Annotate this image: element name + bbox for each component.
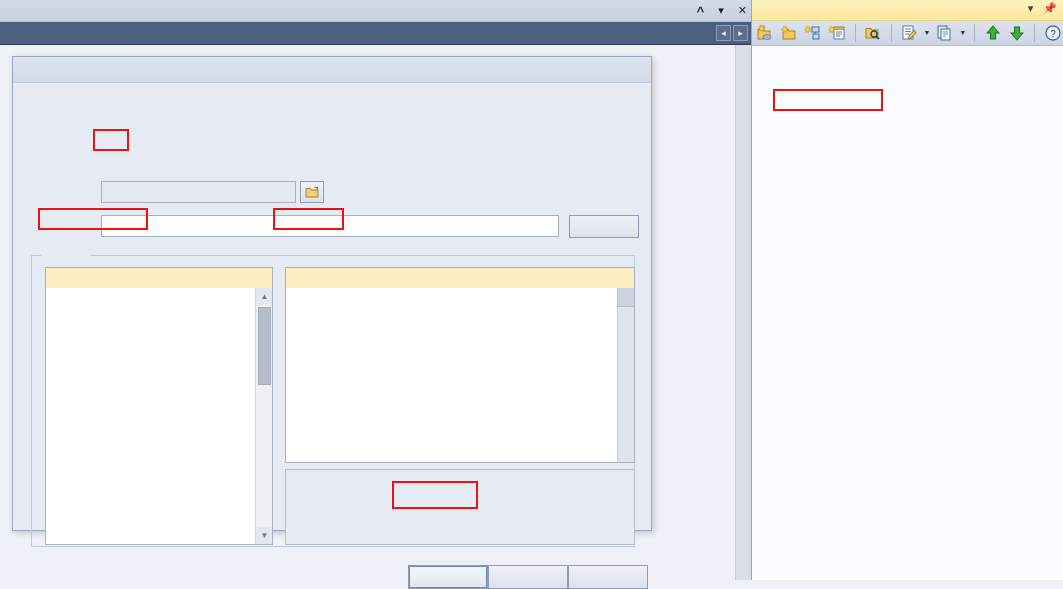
dialog-body: ▲ ▼ (13, 83, 651, 589)
tab-scroll-left-icon[interactable]: ◂ (716, 25, 731, 41)
package-field[interactable] (101, 181, 296, 203)
category-source-list-scrollbar[interactable]: ▲ ▼ (255, 288, 272, 544)
move-up-icon[interactable] (982, 23, 1003, 44)
help-button[interactable] (568, 565, 648, 589)
cancel-button[interactable] (488, 565, 568, 589)
package-browse-button[interactable] (300, 181, 324, 203)
category-source-list-header (46, 268, 272, 288)
dropdown-icon[interactable]: ▾ (1028, 2, 1034, 15)
edit-dropdown-caret-icon[interactable]: ▼ (922, 30, 931, 37)
copy-icon[interactable] (934, 23, 955, 44)
app-titlebar: ^ ▾ ✕ (0, 0, 751, 22)
scroll-down-icon[interactable]: ▼ (256, 527, 272, 544)
diagram-type-list-header (286, 268, 634, 288)
toolbar-separator (974, 24, 976, 42)
toolbar-separator (854, 24, 856, 42)
find-in-project-icon[interactable] (863, 23, 884, 44)
tab-strip-bar: ◂ ▸ (0, 22, 751, 45)
diagram-type-list-scrollbar[interactable] (617, 288, 634, 462)
new-diagram-dialog: ▲ ▼ (12, 56, 652, 589)
move-down-icon[interactable] (1006, 23, 1027, 44)
copy-dropdown-caret-icon[interactable]: ▼ (958, 30, 967, 37)
scrollbar-thumb[interactable] (258, 307, 271, 385)
project-tree[interactable] (752, 47, 1063, 580)
diagram-name-input[interactable] (101, 215, 559, 237)
canvas-vertical-scrollbar[interactable] (735, 45, 751, 580)
tab-nav-buttons: ◂ ▸ (716, 25, 748, 41)
open-folder-icon (305, 186, 318, 197)
chevron-up-icon[interactable]: ^ (697, 5, 705, 18)
diagram-type-list[interactable] (285, 267, 635, 463)
project-browser-toolbar: ▼ ▼ ? (752, 21, 1063, 46)
diagram-type-list-items[interactable] (286, 288, 634, 462)
window-buttons: ^ ▾ ✕ (697, 0, 747, 22)
toolbar-separator (1034, 24, 1036, 42)
new-element-icon[interactable] (803, 23, 824, 44)
project-browser-panel: ▾ 📌 ▼ ▼ ? (751, 0, 1063, 580)
edit-icon[interactable] (899, 23, 920, 44)
toolbar-separator (890, 24, 892, 42)
ok-button[interactable] (408, 565, 488, 589)
tab-scroll-right-icon[interactable]: ▸ (733, 25, 748, 41)
close-icon[interactable]: ✕ (738, 5, 747, 17)
main-application-area: ^ ▾ ✕ ◂ ▸ ▲ ▼ (0, 0, 751, 589)
groupbox-border-right (91, 255, 635, 256)
new-package-icon[interactable] (779, 23, 800, 44)
auto-name-button[interactable] (569, 215, 639, 238)
help-icon[interactable]: ? (1042, 23, 1063, 44)
category-source-list[interactable]: ▲ ▼ (45, 267, 273, 545)
svg-text:?: ? (1050, 29, 1056, 40)
groupbox-border-left (31, 255, 41, 256)
diagram-description (285, 469, 635, 545)
project-browser-titlebar: ▾ 📌 (752, 0, 1063, 21)
new-model-icon[interactable] (755, 23, 776, 44)
project-browser-title-icons: ▾ 📌 (1028, 2, 1057, 15)
category-source-list-items[interactable] (46, 288, 272, 544)
pin-icon[interactable]: 📌 (1043, 2, 1057, 15)
dialog-titlebar (13, 57, 651, 83)
dialog-close-icon[interactable] (627, 61, 643, 77)
scroll-up-icon[interactable]: ▲ (256, 288, 272, 305)
dropdown-icon[interactable]: ▾ (718, 5, 724, 17)
scrollbar-cap (617, 288, 634, 307)
new-diagram-icon[interactable] (827, 23, 848, 44)
ok-button-label (409, 566, 487, 588)
